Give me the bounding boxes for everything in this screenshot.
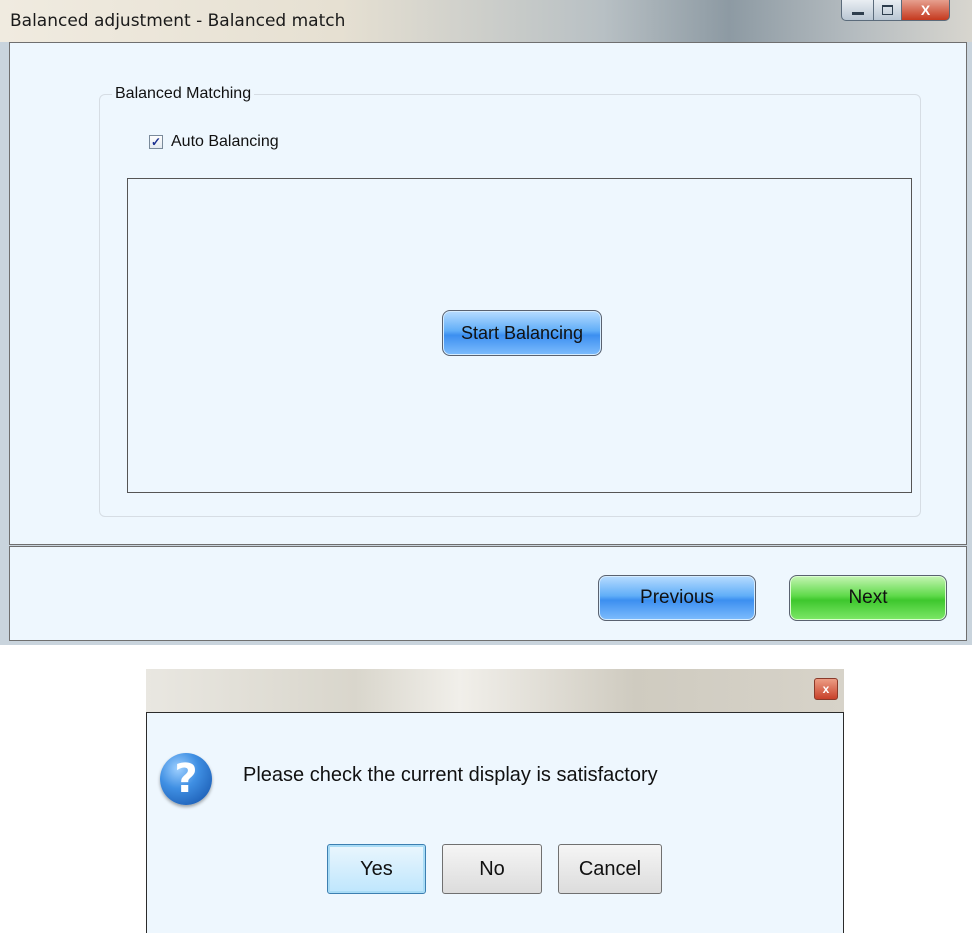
confirm-dialog: x ? Please check the current display is … — [146, 669, 844, 933]
previous-button[interactable]: Previous — [598, 575, 756, 621]
window-title: Balanced adjustment - Balanced match — [10, 11, 346, 31]
minimize-icon — [851, 11, 864, 15]
auto-balancing-label[interactable]: Auto Balancing — [171, 133, 279, 151]
window-titlebar[interactable]: Balanced adjustment - Balanced match X — [0, 0, 972, 42]
balanced-match-window: Balanced adjustment - Balanced match X B… — [0, 0, 972, 645]
auto-balancing-row[interactable]: ✓ Auto Balancing — [149, 133, 279, 151]
maximize-button[interactable] — [874, 0, 902, 21]
close-icon: X — [920, 2, 931, 18]
dialog-close-button[interactable]: x — [814, 678, 838, 700]
yes-button[interactable]: Yes — [327, 844, 426, 894]
cancel-button[interactable]: Cancel — [558, 844, 662, 894]
dialog-body: ? Please check the current display is sa… — [146, 712, 844, 933]
balancing-panel: Start Balancing — [127, 178, 912, 493]
content-area: Balanced Matching ✓ Auto Balancing Start… — [9, 42, 967, 545]
no-button[interactable]: No — [442, 844, 542, 894]
start-balancing-button[interactable]: Start Balancing — [442, 310, 602, 356]
caption-buttons: X — [841, 0, 950, 22]
footer-bar: Previous Next — [9, 546, 967, 641]
balanced-matching-group: Balanced Matching ✓ Auto Balancing Start… — [99, 85, 921, 517]
group-title: Balanced Matching — [112, 85, 255, 103]
close-icon: x — [822, 682, 830, 696]
maximize-icon — [882, 5, 893, 15]
next-button[interactable]: Next — [789, 575, 947, 621]
minimize-button[interactable] — [841, 0, 874, 21]
dialog-titlebar[interactable]: x — [146, 669, 844, 712]
auto-balancing-checkbox[interactable]: ✓ — [149, 135, 163, 149]
close-button[interactable]: X — [902, 0, 950, 21]
dialog-message: Please check the current display is sati… — [243, 764, 658, 786]
question-icon: ? — [160, 753, 212, 805]
checkmark-icon: ✓ — [150, 135, 162, 149]
